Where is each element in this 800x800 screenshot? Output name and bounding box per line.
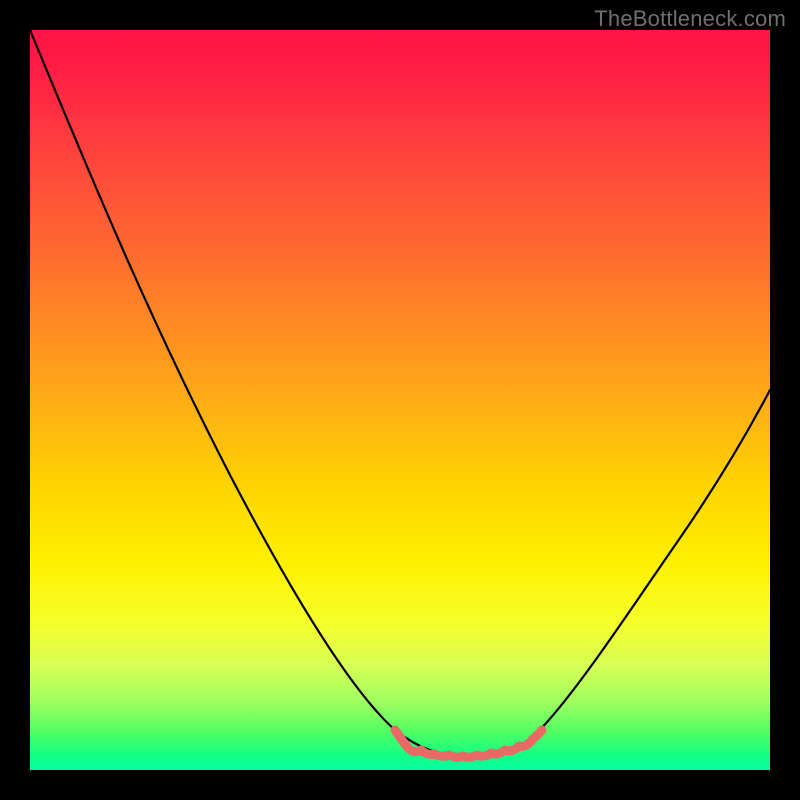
bottleneck-curve (30, 30, 770, 757)
chart-frame: TheBottleneck.com (0, 0, 800, 800)
watermark-text: TheBottleneck.com (594, 6, 786, 32)
chart-svg (30, 30, 770, 770)
